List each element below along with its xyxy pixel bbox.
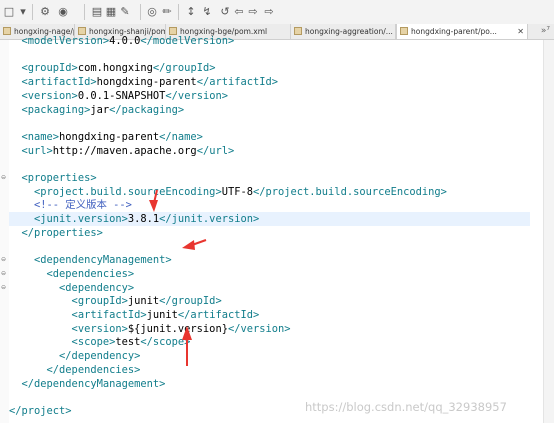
red-arrow-1 — [149, 189, 158, 212]
red-arrow-3 — [182, 326, 192, 366]
red-arrow-2 — [182, 239, 207, 250]
annotation-arrows — [149, 189, 207, 366]
watermark: https://blog.csdn.net/qq_32938957 — [305, 400, 507, 414]
